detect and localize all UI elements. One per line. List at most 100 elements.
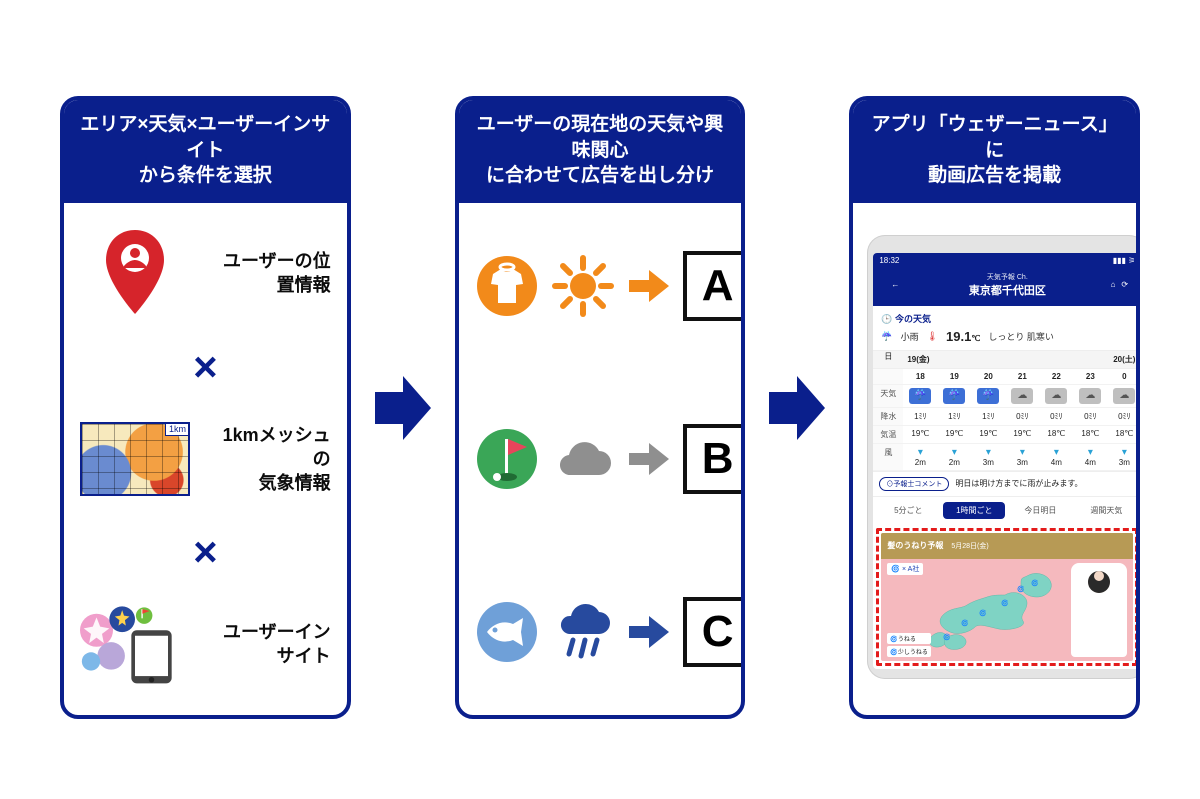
panel1-title: エリア×天気×ユーザーインサイト から条件を選択 (64, 100, 347, 203)
hourly-cell: 18℃ (1107, 426, 1140, 444)
header-actions[interactable]: ⌂ ⟳ (1105, 280, 1133, 289)
interval-tab[interactable]: 今日明日 (1009, 502, 1071, 519)
flow-arrow-1 (375, 368, 431, 448)
hourly-rowlabel: 降水 (873, 408, 903, 426)
output-a: A (683, 251, 746, 321)
phone-titlebar: ← 天気予報 Ch. 東京都千代田区 ⌂ ⟳ (873, 268, 1140, 306)
now-temp: 19.1℃ (946, 329, 980, 344)
row-insight: ユーザーインサイト (80, 599, 331, 689)
svg-text:🌀: 🌀 (961, 619, 969, 627)
hourly-wx-cell: ☁ (1039, 385, 1073, 408)
hourly-cell: 0ﾐﾘ (1073, 408, 1107, 426)
hourly-cell: 0ﾐﾘ (1005, 408, 1039, 426)
video-ad-slot[interactable]: 髪のうねり予報 5月28日(金) 🌀 × A社 (876, 528, 1138, 666)
home-icon[interactable]: ⌂ (1111, 280, 1116, 289)
hourly-rowlabel (873, 369, 903, 385)
hourly-hour: 22 (1039, 369, 1073, 385)
times-2: × (80, 539, 331, 564)
mesh-weather-icon: 1km (80, 414, 190, 504)
interval-tabs: 5分ごと1時間ごと今日明日週間天気 (873, 497, 1140, 524)
svg-text:🌀: 🌀 (943, 633, 951, 641)
hourly-wind-cell: ▾4m (1039, 444, 1073, 471)
date-2: 20(土) (1107, 351, 1140, 368)
hourly-rowlabel: 気温 (873, 426, 903, 444)
hourly-hour: 0 (1107, 369, 1140, 385)
hourly-cell: 19℃ (971, 426, 1005, 444)
now-title: 🕒 今の天気 (881, 312, 1133, 325)
forecaster-tag: ⊙予報士コメント (879, 477, 949, 491)
hourly-cell: 18℃ (1073, 426, 1107, 444)
hourly-wx-cell: ☁ (1107, 385, 1140, 408)
svg-text:🌀: 🌀 (979, 609, 987, 617)
phone-mockup: 18:32 ▮▮▮ ⚞ ← 天気予報 Ch. 東京都千代田区 ⌂ ⟳ (867, 235, 1140, 679)
hourly-rowlabel: 風 (873, 444, 903, 471)
hourly-cell: 1ﾐﾘ (903, 408, 937, 426)
phone-screen: 18:32 ▮▮▮ ⚞ ← 天気予報 Ch. 東京都千代田区 ⌂ ⟳ (873, 253, 1140, 669)
output-b: B (683, 424, 746, 494)
row-mesh: 1km 1kmメッシュの 気象情報 (80, 414, 331, 504)
route-b: B (475, 424, 726, 494)
now-cond-icon: ☔ (881, 331, 892, 342)
ad-legend: 🌀うねる 🌀少しうねる (887, 633, 930, 657)
hourly-wx-cell: ☁ (1005, 385, 1039, 408)
hourly-wx-cell: ☁ (1073, 385, 1107, 408)
hourly-rowlabel: 天気 (873, 385, 903, 408)
hourly-wind-cell: ▾2m (903, 444, 937, 471)
user-insight-icon (80, 599, 190, 689)
forecaster-comment: ⊙予報士コメント 明日は明け方までに雨が止みます。 (873, 471, 1140, 497)
shirt-icon (475, 254, 539, 318)
hourly-hour: 21 (1005, 369, 1039, 385)
sun-icon (551, 254, 615, 318)
forecaster-text: 明日は明け方までに雨が止みます。 (955, 478, 1082, 489)
ad-date: 5月28日(金) (951, 541, 988, 551)
svg-text:🌀: 🌀 (1031, 579, 1039, 587)
hourly-cell: 19℃ (937, 426, 971, 444)
hourly-cell: 0ﾐﾘ (1107, 408, 1140, 426)
presenter-icon (1071, 563, 1127, 657)
svg-text:🌀: 🌀 (1001, 599, 1009, 607)
panel-app: アプリ「ウェザーニュース」に 動画広告を掲載 18:32 ▮▮▮ ⚞ ← 天気予… (849, 96, 1140, 719)
hourly-cell: 19℃ (903, 426, 937, 444)
back-icon[interactable]: ← (881, 280, 909, 289)
reload-icon[interactable]: ⟳ (1121, 280, 1128, 289)
panel-conditions: エリア×天気×ユーザーインサイト から条件を選択 ユーザーの位置情報 × (60, 96, 351, 719)
arrow-icon (627, 610, 671, 654)
now-cond: 小雨 (901, 330, 919, 343)
row-insight-label: ユーザーインサイト (208, 620, 331, 669)
mesh-tag: 1km (165, 422, 190, 436)
diagram-stage: エリア×天気×ユーザーインサイト から条件を選択 ユーザーの位置情報 × (0, 0, 1200, 799)
status-time: 18:32 (879, 256, 899, 265)
rain-cloud-icon (551, 600, 615, 664)
japan-map-icon: 🌀 🌀 🌀 🌀 🌀 🌀 (909, 569, 1069, 655)
hourly-hour: 20 (971, 369, 1005, 385)
hourly-hour: 19 (937, 369, 971, 385)
hourly-cell: 18℃ (1039, 426, 1073, 444)
hourly-wind-cell: ▾3m (971, 444, 1005, 471)
interval-tab[interactable]: 週間天気 (1075, 502, 1137, 519)
hourly-hour: 18 (903, 369, 937, 385)
panel3-body: 18:32 ▮▮▮ ⚞ ← 天気予報 Ch. 東京都千代田区 ⌂ ⟳ (853, 203, 1136, 715)
fish-icon (475, 600, 539, 664)
arrow-icon (627, 437, 671, 481)
hourly-hour: 23 (1073, 369, 1107, 385)
hourly-header: 日 19(金) 20(土) (873, 351, 1140, 369)
output-c: C (683, 597, 746, 667)
interval-tab[interactable]: 5分ごと (877, 502, 939, 519)
hourly-cell: 1ﾐﾘ (971, 408, 1005, 426)
svg-text:🌀: 🌀 (1017, 585, 1025, 593)
route-c: C (475, 597, 726, 667)
panel1-body: ユーザーの位置情報 × 1km 1kmメッシュの 気象情報 × (64, 203, 347, 715)
hourly-wind-cell: ▾2m (937, 444, 971, 471)
date-1: 19(金) (903, 351, 1107, 368)
interval-tab[interactable]: 1時間ごと (943, 502, 1005, 519)
cloud-icon (551, 427, 615, 491)
golf-flag-icon (475, 427, 539, 491)
hourly-wind-cell: ▾4m (1073, 444, 1107, 471)
route-a: A (475, 251, 726, 321)
panel2-title: ユーザーの現在地の天気や興味関心 に合わせて広告を出し分け (459, 100, 742, 203)
hourly-table: 1819202122230天気☔☔☔☁☁☁☁降水1ﾐﾘ1ﾐﾘ1ﾐﾘ0ﾐﾘ0ﾐﾘ0… (873, 369, 1140, 471)
location-label: 東京都千代田区 (909, 282, 1105, 298)
now-feel: しっとり 肌寒い (988, 330, 1054, 343)
times-1: × (80, 354, 331, 379)
status-signal: ▮▮▮ ⚞ (1113, 256, 1136, 265)
